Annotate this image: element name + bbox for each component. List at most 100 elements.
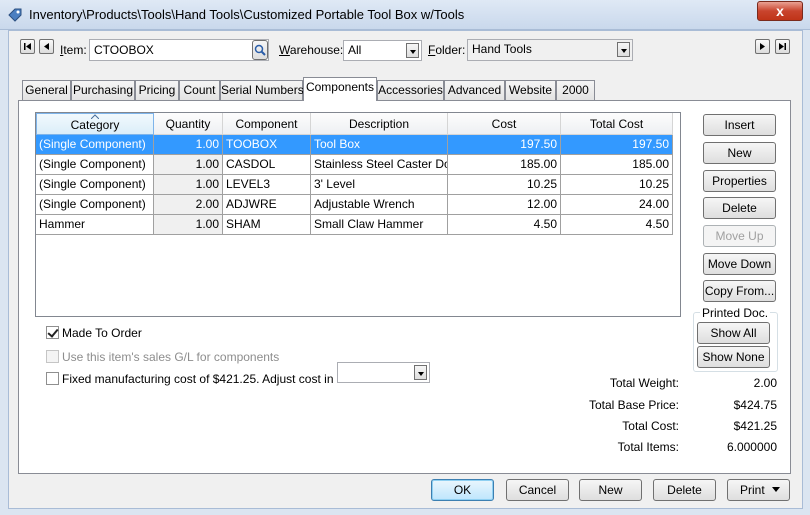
move-down-button[interactable]: Move Down [703, 253, 776, 275]
warehouse-value: All [348, 43, 362, 57]
tab-advanced[interactable]: Advanced [444, 80, 505, 100]
cell-total-cost[interactable]: 4.50 [561, 215, 673, 235]
cancel-button[interactable]: Cancel [506, 479, 569, 501]
delete-button[interactable]: Delete [653, 479, 716, 501]
column-header-quantity[interactable]: Quantity [154, 113, 223, 135]
print-button[interactable]: Print [727, 479, 790, 501]
item-lookup-button[interactable] [252, 40, 268, 60]
cell-quantity[interactable]: 1.00 [154, 135, 223, 155]
cell-description[interactable]: Adjustable Wrench [311, 195, 448, 215]
made-to-order-label: Made To Order [62, 326, 142, 340]
next-record-icon [760, 43, 765, 50]
previous-record-icon [44, 43, 49, 50]
cell-total-cost[interactable]: 197.50 [561, 135, 673, 155]
cell-category[interactable]: (Single Component) [36, 135, 154, 155]
previous-record-button[interactable] [39, 39, 54, 54]
cell-component[interactable]: SHAM [223, 215, 311, 235]
cell-description[interactable]: Stainless Steel Caster Dolly [311, 155, 448, 175]
cell-description[interactable]: Tool Box [311, 135, 448, 155]
show-all-button[interactable]: Show All [697, 322, 770, 344]
copy-from-button[interactable]: Copy From... [703, 280, 776, 302]
tab-pricing[interactable]: Pricing [135, 80, 179, 100]
cell-category[interactable]: (Single Component) [36, 155, 154, 175]
tab-components[interactable]: Components [303, 77, 377, 101]
folder-label: Folder: [428, 43, 466, 57]
first-record-icon [24, 43, 31, 50]
print-button-label: Print [740, 483, 765, 497]
item-field[interactable]: CTOOBOX [89, 39, 269, 61]
cell-quantity[interactable]: 2.00 [154, 195, 223, 215]
chevron-down-icon [617, 42, 630, 57]
total-weight-value: 2.00 [753, 376, 777, 390]
cell-category[interactable]: (Single Component) [36, 175, 154, 195]
window-title: Inventory\Products\Tools\Hand Tools\Cust… [29, 7, 465, 22]
made-to-order-checkbox[interactable] [46, 326, 59, 339]
cell-quantity[interactable]: 1.00 [154, 155, 223, 175]
use-sales-gl-label: Use this item's sales G/L for components [62, 350, 280, 364]
cell-total-cost[interactable]: 10.25 [561, 175, 673, 195]
tab-purchasing[interactable]: Purchasing [71, 80, 135, 100]
column-header-cost[interactable]: Cost [448, 113, 561, 135]
total-items-label: Total Items: [617, 440, 679, 454]
delete-component-button[interactable]: Delete [703, 197, 776, 219]
cell-cost[interactable]: 12.00 [448, 195, 561, 215]
cell-total-cost[interactable]: 185.00 [561, 155, 673, 175]
column-header-total-cost[interactable]: Total Cost [561, 113, 673, 135]
close-button[interactable]: x [757, 1, 803, 21]
fixed-cost-label: Fixed manufacturing cost of $421.25. Adj… [62, 372, 363, 386]
chevron-down-icon [414, 365, 427, 380]
folder-value: Hand Tools [472, 42, 532, 56]
total-cost-label: Total Cost: [622, 419, 679, 433]
inventory-tag-icon [8, 8, 22, 22]
cell-cost[interactable]: 197.50 [448, 135, 561, 155]
tab-count[interactable]: Count [179, 80, 220, 100]
tab-accessories[interactable]: Accessories [377, 80, 444, 100]
components-grid[interactable]: Category Quantity Component Description … [35, 112, 681, 317]
cell-component[interactable]: LEVEL3 [223, 175, 311, 195]
tab-serial-numbers[interactable]: Serial Numbers [220, 80, 304, 100]
cell-quantity[interactable]: 1.00 [154, 215, 223, 235]
cell-description[interactable]: Small Claw Hammer [311, 215, 448, 235]
tab-general[interactable]: General [22, 80, 71, 100]
adjust-cost-select[interactable] [337, 362, 430, 383]
cell-component[interactable]: CASDOL [223, 155, 311, 175]
ok-button[interactable]: OK [431, 479, 494, 501]
cell-cost[interactable]: 4.50 [448, 215, 561, 235]
next-record-button[interactable] [755, 39, 770, 54]
cell-cost[interactable]: 185.00 [448, 155, 561, 175]
use-sales-gl-checkbox[interactable] [46, 350, 59, 363]
tab-2000[interactable]: 2000 [556, 80, 595, 100]
new-button[interactable]: New [579, 479, 642, 501]
first-record-button[interactable] [20, 39, 35, 54]
last-record-button[interactable] [775, 39, 790, 54]
printed-doc-label: Printed Doc. [700, 306, 771, 320]
tab-website[interactable]: Website [505, 80, 556, 100]
column-header-description[interactable]: Description [311, 113, 448, 135]
folder-select[interactable]: Hand Tools [467, 39, 633, 61]
warehouse-select[interactable]: All [343, 40, 422, 61]
fixed-cost-checkbox[interactable] [46, 372, 59, 385]
column-header-component[interactable]: Component [223, 113, 311, 135]
total-base-price-label: Total Base Price: [588, 398, 679, 412]
warehouse-label: Warehouse: [279, 43, 344, 57]
cell-total-cost[interactable]: 24.00 [561, 195, 673, 215]
column-header-label: Category [70, 118, 120, 132]
close-icon: x [776, 3, 784, 19]
sort-ascending-icon [91, 114, 99, 119]
chevron-down-icon [772, 487, 780, 492]
cell-component[interactable]: ADJWRE [223, 195, 311, 215]
search-icon [254, 44, 266, 56]
properties-button[interactable]: Properties [703, 170, 776, 192]
cell-category[interactable]: (Single Component) [36, 195, 154, 215]
cell-cost[interactable]: 10.25 [448, 175, 561, 195]
item-label: Item: [60, 43, 87, 57]
cell-component[interactable]: TOOBOX [223, 135, 311, 155]
cell-description[interactable]: 3' Level [311, 175, 448, 195]
move-up-button[interactable]: Move Up [703, 225, 776, 247]
show-none-button[interactable]: Show None [697, 346, 770, 368]
cell-category[interactable]: Hammer [36, 215, 154, 235]
insert-button[interactable]: Insert [703, 114, 776, 136]
cell-quantity[interactable]: 1.00 [154, 175, 223, 195]
new-component-button[interactable]: New [703, 142, 776, 164]
total-items-value: 6.000000 [726, 440, 777, 454]
